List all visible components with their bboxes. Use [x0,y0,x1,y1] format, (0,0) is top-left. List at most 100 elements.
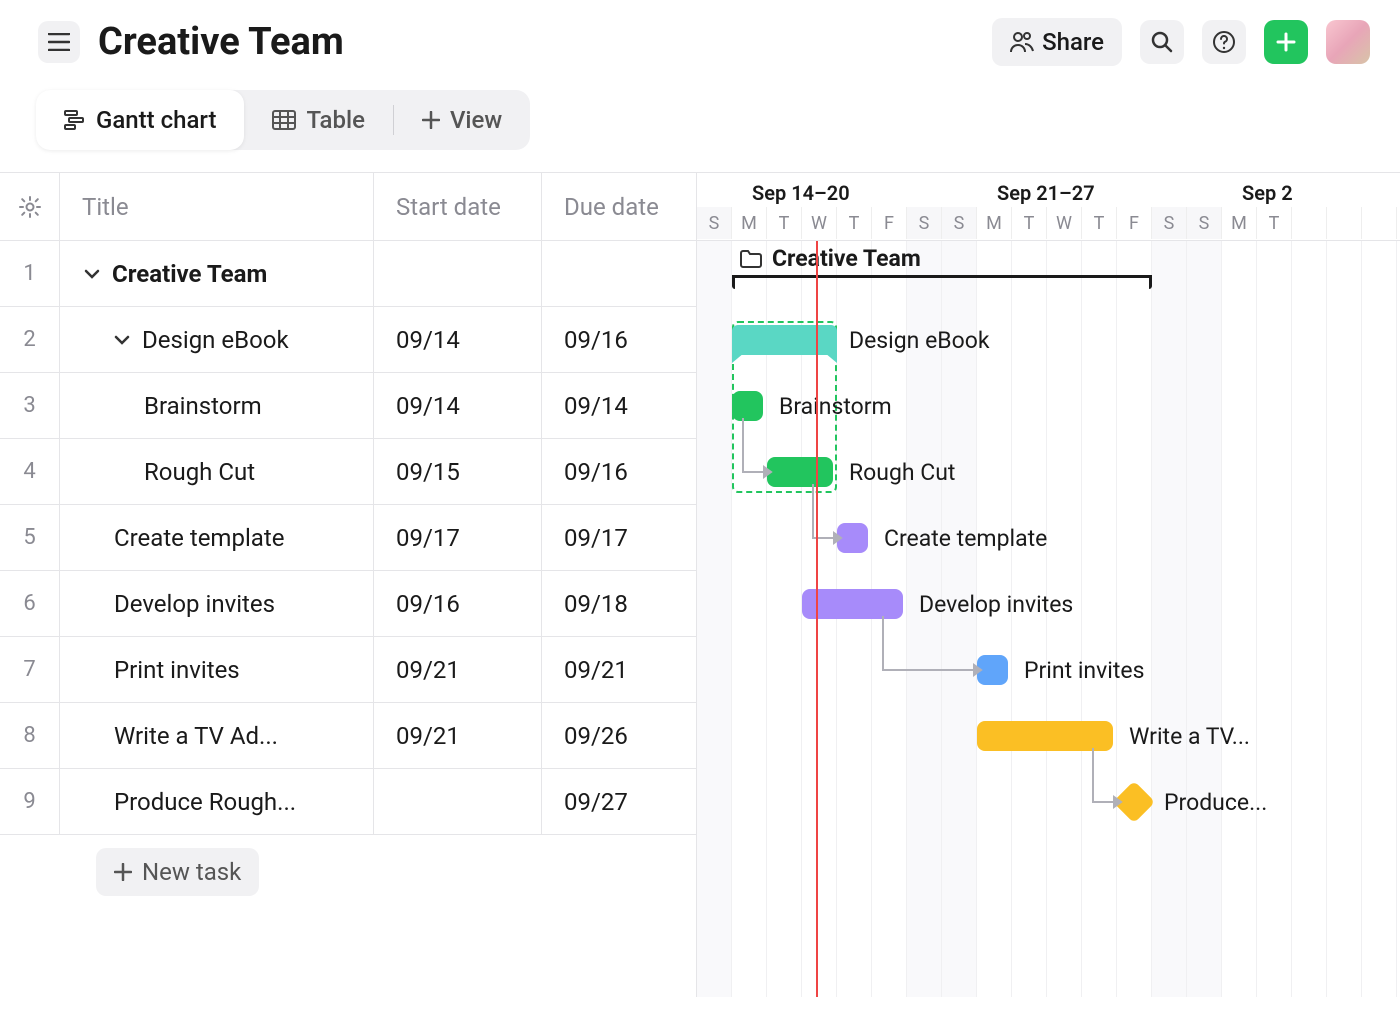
week-label: Sep 21–27 [997,181,1095,205]
start-date-cell[interactable] [374,241,542,306]
row-number: 1 [0,241,60,306]
search-button[interactable] [1140,20,1184,64]
gantt-bar[interactable] [977,721,1113,751]
column-title[interactable]: Title [60,173,374,240]
due-date-cell[interactable]: 09/18 [542,571,696,636]
user-avatar[interactable] [1326,20,1370,64]
start-date-cell[interactable]: 09/14 [374,307,542,372]
row-number: 4 [0,439,60,504]
task-title: Produce Rough... [114,788,296,816]
gantt-milestone[interactable] [1113,781,1155,823]
task-title: Brainstorm [144,392,262,420]
table-row[interactable]: 2Design eBook09/1409/16 [0,307,696,373]
day-header [1362,207,1397,239]
task-table: Title Start date Due date 1 Creative Team… [0,173,697,997]
add-button[interactable] [1264,20,1308,64]
tab-table[interactable]: Table [244,90,392,150]
due-date-cell[interactable]: 09/14 [542,373,696,438]
start-date-cell[interactable]: 09/17 [374,505,542,570]
gantt-bar-label: Rough Cut [849,457,955,487]
folder-icon [740,250,762,268]
add-view-button[interactable]: View [394,90,530,150]
table-row[interactable]: 5Create template09/1709/17 [0,505,696,571]
due-date-cell[interactable]: 09/17 [542,505,696,570]
start-date-cell[interactable]: 09/21 [374,703,542,768]
table-row[interactable]: 7Print invites09/2109/21 [0,637,696,703]
row-number: 8 [0,703,60,768]
task-title: Rough Cut [144,458,255,486]
day-header: S [907,207,942,239]
menu-button[interactable] [38,21,80,63]
gantt-bar-label: Develop invites [919,589,1073,619]
column-start[interactable]: Start date [374,173,542,240]
task-title: Write a TV Ad... [114,722,278,750]
hamburger-icon [48,33,70,51]
gantt-summary-bar[interactable] [732,325,837,355]
add-view-label: View [450,106,502,134]
task-title-cell[interactable]: Print invites [60,637,374,702]
day-header: W [1047,207,1082,239]
gantt-bar-label: Create template [884,523,1047,553]
table-row[interactable]: 3 Brainstorm 09/1409/14 [0,373,696,439]
row-number: 9 [0,769,60,834]
start-date-cell[interactable]: 09/15 [374,439,542,504]
start-date-cell[interactable]: 09/14 [374,373,542,438]
chevron-down-icon[interactable] [114,335,130,345]
settings-button[interactable] [0,173,60,240]
table-row[interactable]: 6Develop invites09/1609/18 [0,571,696,637]
gantt-bar[interactable] [837,523,868,553]
task-title: Develop invites [114,590,275,618]
table-row[interactable]: 8 Write a TV Ad... 09/2109/26 [0,703,696,769]
share-button[interactable]: Share [992,18,1122,66]
gantt-bar[interactable] [977,655,1008,685]
timeline-body[interactable]: Creative TeamDesign eBookBrainstormRough… [697,241,1400,997]
page-title: Creative Team [98,20,974,64]
day-header: F [1117,207,1152,239]
due-date-cell[interactable]: 09/16 [542,307,696,372]
today-indicator [816,241,818,997]
tab-gantt[interactable]: Gantt chart [36,90,244,150]
task-title-cell[interactable]: Rough Cut [60,439,374,504]
chevron-down-icon[interactable] [84,269,100,279]
day-header: M [732,207,767,239]
gantt-timeline[interactable]: Sep 14–20Sep 21–27Sep 2 SMTWTFSSMTWTFSSM… [697,173,1400,997]
start-date-cell[interactable]: 09/16 [374,571,542,636]
due-date-cell[interactable]: 09/16 [542,439,696,504]
day-header: S [1152,207,1187,239]
column-due[interactable]: Due date [542,173,696,240]
due-date-cell[interactable] [542,241,696,306]
timeline-header: Sep 14–20Sep 21–27Sep 2 SMTWTFSSMTWTFSSM… [697,173,1400,241]
table-row[interactable]: 1 Creative Team [0,241,696,307]
task-title-cell[interactable]: Produce Rough... [60,769,374,834]
due-date-cell[interactable]: 09/26 [542,703,696,768]
start-date-cell[interactable]: 09/21 [374,637,542,702]
table-row[interactable]: 9 Produce Rough... 09/27 [0,769,696,835]
task-title-cell[interactable]: Creative Team [60,241,374,306]
group-label[interactable]: Creative Team [740,245,921,272]
help-button[interactable] [1202,20,1246,64]
task-title: Design eBook [142,326,289,354]
start-date-cell[interactable] [374,769,542,834]
task-title: Print invites [114,656,240,684]
gantt-bar[interactable] [732,391,763,421]
task-title-cell[interactable]: Write a TV Ad... [60,703,374,768]
gantt-bar[interactable] [767,457,833,487]
new-task-button[interactable]: New task [96,848,259,896]
due-date-cell[interactable]: 09/27 [542,769,696,834]
tab-table-label: Table [306,106,364,134]
due-date-cell[interactable]: 09/21 [542,637,696,702]
day-header [1327,207,1362,239]
new-task-label: New task [142,858,241,886]
task-title-cell[interactable]: Develop invites [60,571,374,636]
table-row[interactable]: 4 Rough Cut 09/1509/16 [0,439,696,505]
task-title-cell[interactable]: Create template [60,505,374,570]
task-title-cell[interactable]: Brainstorm [60,373,374,438]
header: Creative Team Share [0,0,1400,66]
task-title-cell[interactable]: Design eBook [60,307,374,372]
row-number: 3 [0,373,60,438]
task-title: Creative Team [112,260,267,288]
view-tabs: Gantt chart Table View [0,66,1400,150]
help-icon [1212,30,1236,54]
share-label: Share [1042,28,1104,56]
column-headers: Title Start date Due date [0,173,696,241]
